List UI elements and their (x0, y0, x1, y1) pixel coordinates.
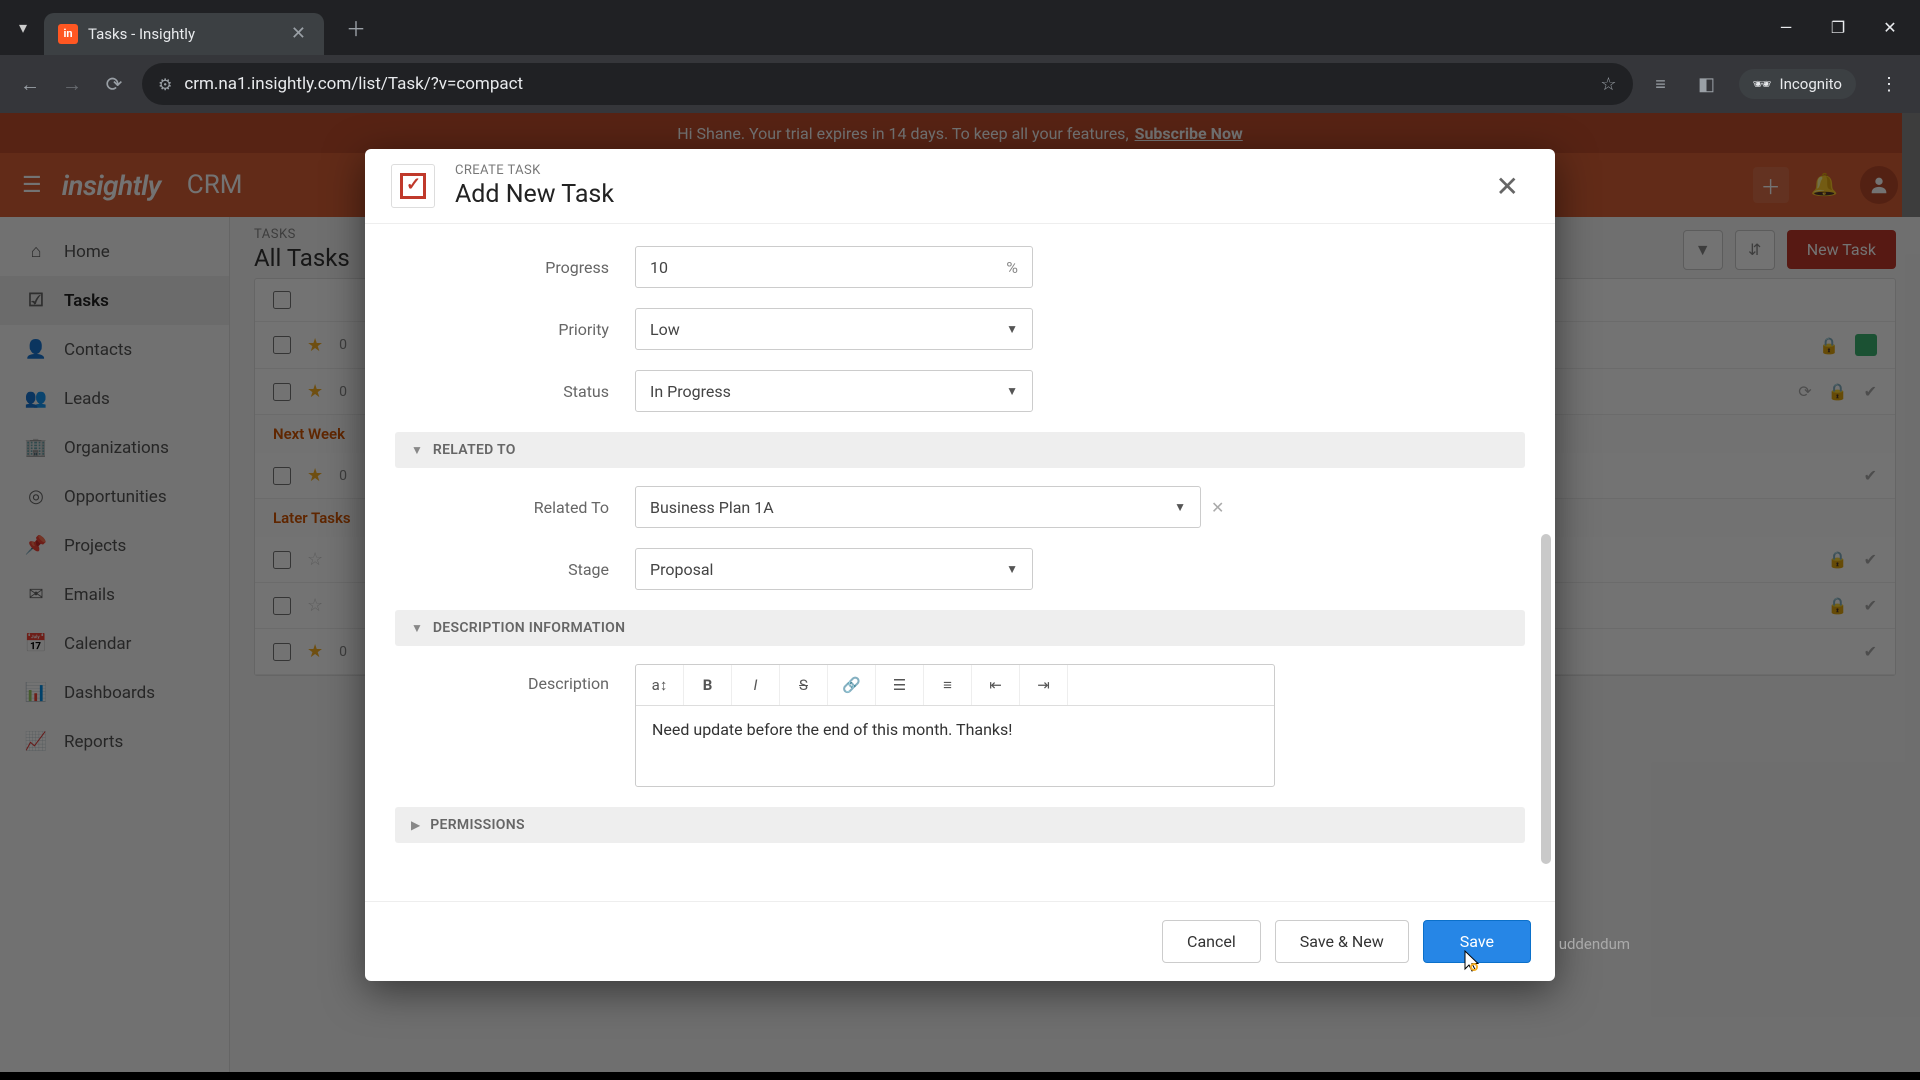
stage-value: Proposal (650, 560, 713, 579)
section-title: PERMISSIONS (430, 817, 525, 833)
add-task-modal: CREATE TASK Add New Task ✕ Progress 10 %… (365, 149, 1555, 981)
section-title: DESCRIPTION INFORMATION (433, 620, 625, 636)
description-label: Description (395, 664, 635, 693)
related-to-label: Related To (395, 498, 635, 517)
browser-tab-strip: ▾ in Tasks - Insightly ✕ ＋ ― ❐ ✕ (0, 0, 1920, 55)
back-icon[interactable]: ← (16, 72, 44, 97)
progress-value: 10 (650, 258, 668, 277)
close-window-icon[interactable]: ✕ (1878, 18, 1902, 37)
close-icon[interactable]: ✕ (1486, 166, 1529, 207)
status-label: Status (395, 382, 635, 401)
section-permissions[interactable]: ▶ PERMISSIONS (395, 807, 1525, 843)
modal-body: Progress 10 % Priority Low ▼ Status (365, 224, 1555, 901)
tab-title: Tasks - Insightly (88, 25, 287, 43)
reading-list-icon[interactable]: ≡ (1647, 74, 1675, 95)
task-icon (391, 164, 435, 208)
stage-label: Stage (395, 560, 635, 579)
url-field[interactable]: ⚙ crm.na1.insightly.com/list/Task/?v=com… (142, 63, 1633, 105)
section-description-info[interactable]: ▼ DESCRIPTION INFORMATION (395, 610, 1525, 646)
modal-scrollbar[interactable] (1541, 534, 1551, 864)
link-icon[interactable]: 🔗 (828, 665, 876, 705)
bold-icon[interactable]: B (684, 665, 732, 705)
tab-favicon-icon: in (58, 24, 78, 44)
forward-icon[interactable]: → (58, 72, 86, 97)
chevron-down-icon: ▼ (1006, 384, 1018, 398)
new-tab-button[interactable]: ＋ (340, 12, 372, 44)
outdent-icon[interactable]: ⇤ (972, 665, 1020, 705)
description-editor: a↕ B I S 🔗 ☰ ≡ ⇤ ⇥ Need update before th… (635, 664, 1275, 787)
modal-eyebrow: CREATE TASK (455, 163, 614, 178)
maximize-icon[interactable]: ❐ (1826, 18, 1850, 37)
bookmark-star-icon[interactable]: ☆ (1600, 74, 1616, 95)
chevron-down-icon: ▼ (1006, 322, 1018, 336)
browser-tab[interactable]: in Tasks - Insightly ✕ (44, 13, 324, 55)
progress-input[interactable]: 10 % (635, 246, 1033, 288)
section-title: RELATED TO (433, 442, 516, 458)
chevron-down-icon: ▼ (411, 621, 423, 635)
related-to-select[interactable]: Business Plan 1A ▼ (635, 486, 1201, 528)
chevron-right-icon: ▶ (411, 818, 420, 832)
minimize-icon[interactable]: ― (1774, 18, 1798, 37)
font-size-icon[interactable]: a↕ (636, 665, 684, 705)
tab-search-icon[interactable]: ▾ (10, 15, 36, 41)
modal-overlay[interactable]: CREATE TASK Add New Task ✕ Progress 10 %… (0, 113, 1920, 1072)
section-related-to[interactable]: ▼ RELATED TO (395, 432, 1525, 468)
chevron-down-icon: ▼ (411, 443, 423, 457)
modal-header: CREATE TASK Add New Task ✕ (365, 149, 1555, 224)
incognito-icon: 🕶 (1753, 75, 1772, 93)
modal-title: Add New Task (455, 180, 614, 209)
chevron-down-icon: ▼ (1174, 500, 1186, 514)
clear-related-icon[interactable]: ✕ (1211, 498, 1224, 517)
related-to-value: Business Plan 1A (650, 498, 774, 517)
window-controls: ― ❐ ✕ (1774, 18, 1910, 37)
editor-toolbar: a↕ B I S 🔗 ☰ ≡ ⇤ ⇥ (636, 665, 1274, 706)
priority-select[interactable]: Low ▼ (635, 308, 1033, 350)
number-list-icon[interactable]: ≡ (924, 665, 972, 705)
stage-select[interactable]: Proposal ▼ (635, 548, 1033, 590)
sidepanel-icon[interactable]: ◧ (1693, 74, 1721, 95)
strike-icon[interactable]: S (780, 665, 828, 705)
cancel-button[interactable]: Cancel (1162, 920, 1261, 963)
incognito-label: Incognito (1780, 75, 1842, 93)
indent-icon[interactable]: ⇥ (1020, 665, 1068, 705)
background-text-fragment: uddendum (1559, 935, 1630, 953)
site-info-icon[interactable]: ⚙ (158, 75, 172, 94)
save-and-new-button[interactable]: Save & New (1275, 920, 1409, 963)
app-wrapper: Hi Shane. Your trial expires in 14 days.… (0, 113, 1920, 1072)
close-tab-icon[interactable]: ✕ (287, 23, 310, 44)
percent-icon: % (1006, 258, 1018, 277)
browser-menu-icon[interactable]: ⋮ (1874, 74, 1904, 95)
priority-value: Low (650, 320, 680, 339)
modal-footer: uddendum Cancel Save & New Save (365, 901, 1555, 981)
incognito-chip[interactable]: 🕶 Incognito (1739, 69, 1857, 99)
status-select[interactable]: In Progress ▼ (635, 370, 1033, 412)
address-bar: ← → ⟳ ⚙ crm.na1.insightly.com/list/Task/… (0, 55, 1920, 113)
description-textarea[interactable]: Need update before the end of this month… (636, 706, 1274, 786)
bullet-list-icon[interactable]: ☰ (876, 665, 924, 705)
reload-icon[interactable]: ⟳ (100, 72, 128, 96)
url-text: crm.na1.insightly.com/list/Task/?v=compa… (184, 74, 1588, 94)
chevron-down-icon: ▼ (1006, 562, 1018, 576)
priority-label: Priority (395, 320, 635, 339)
status-value: In Progress (650, 382, 731, 401)
save-button[interactable]: Save (1423, 920, 1531, 963)
italic-icon[interactable]: I (732, 665, 780, 705)
progress-label: Progress (395, 258, 635, 277)
